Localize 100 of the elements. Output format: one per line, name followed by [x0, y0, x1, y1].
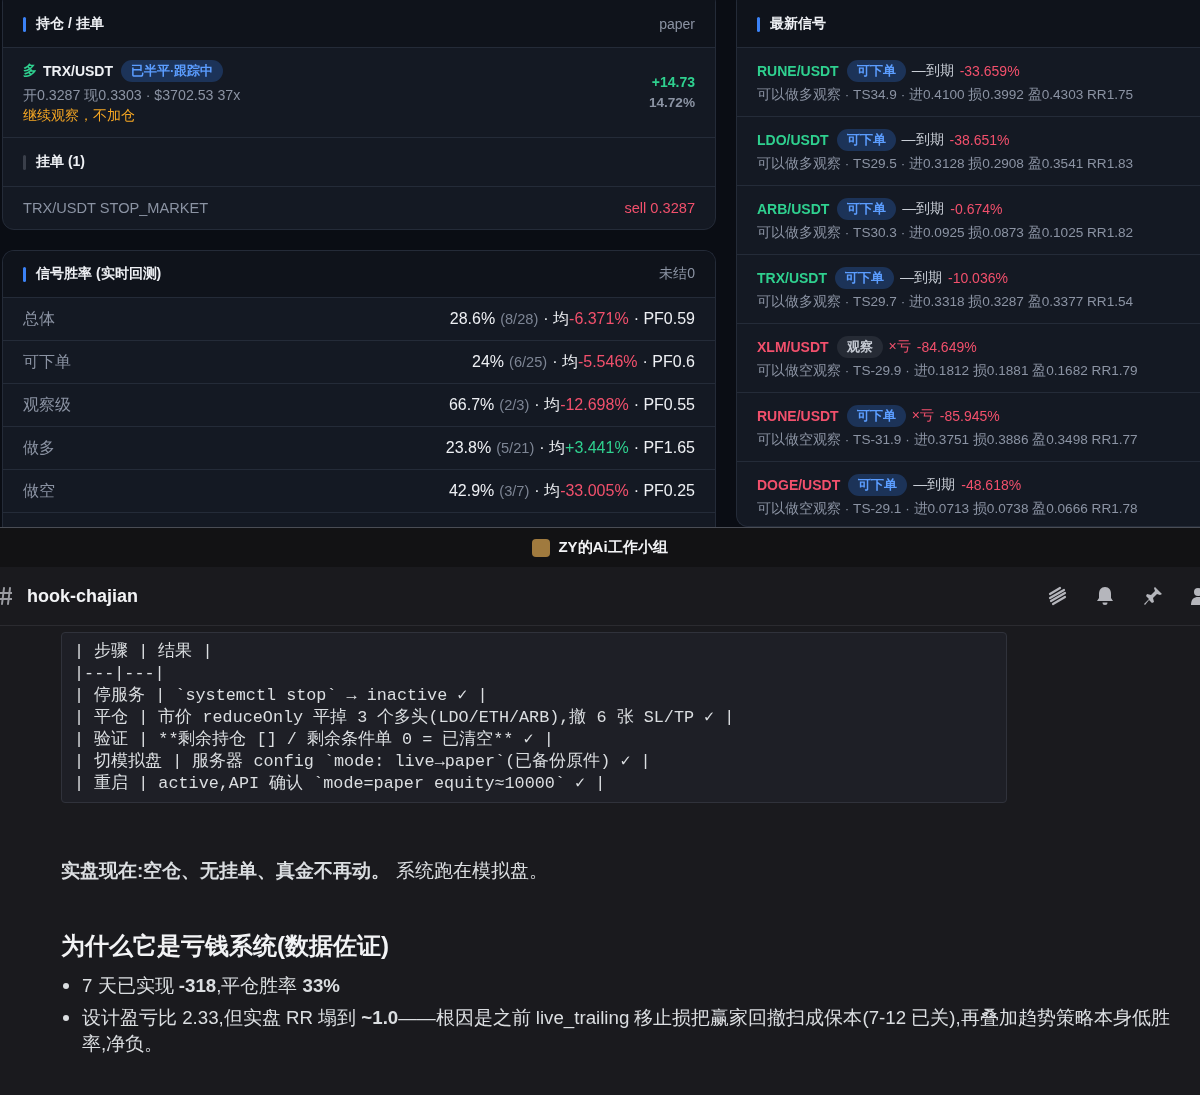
avatar-icon [532, 538, 551, 557]
win-rate: 24% [472, 353, 505, 371]
outcome-label: —到期 [900, 269, 942, 287]
grade-badge: 可下单 [836, 129, 896, 151]
result-value: -84.649% [916, 339, 977, 355]
symbol-label: TRX/USDT [757, 270, 827, 286]
row-label: 可下单 [23, 351, 71, 372]
code-line: | 重启 | active,API 确认 `mode=paper equity≈10000` ✓ | [74, 773, 607, 795]
mode-label: paper [659, 16, 695, 32]
channel-name: hook-chajian [27, 585, 138, 607]
profit-factor: · PF0.59 [633, 310, 695, 328]
row-label: 做空 [23, 480, 55, 501]
outcome-label: —到期 [901, 131, 944, 149]
hash-icon [0, 586, 12, 606]
result-value: -48.618% [961, 477, 1022, 493]
title-accent-icon [23, 154, 26, 170]
code-line: | 停服务 | `systemctl stop` → inactive ✓ | [74, 685, 489, 707]
symbol-label: ARB/USDT [757, 201, 830, 217]
bullet-icon [63, 1015, 69, 1021]
grade-badge: 可下单 [837, 198, 897, 220]
profit-factor: · PF0.25 [633, 482, 695, 500]
average-label: · 均 [543, 308, 570, 329]
grade-badge: 观察 [836, 336, 883, 358]
pnl-percent: 14.72% [648, 94, 695, 112]
sample-count: (2/3) [499, 397, 530, 413]
bullet-text: 7 天已实现 -318,平仓胜率 33% [82, 974, 340, 998]
slanted-lines-icon[interactable] [1046, 585, 1068, 607]
outcome-label: ×亏 [888, 338, 911, 356]
grade-badge: 可下单 [846, 405, 906, 427]
average-return: -12.698% [560, 396, 629, 414]
code-line: |---|---| [74, 663, 166, 685]
panel-title: 持仓 / 挂单 [36, 15, 104, 33]
order-name: TRX/USDT STOP_MARKET [23, 200, 209, 216]
position-details: 开0.3287 现0.3303 · $3702.53 37x [23, 86, 241, 104]
grade-badge: 可下单 [846, 60, 906, 82]
position-note: 继续观察，不加仓 [23, 107, 136, 125]
result-value: -33.659% [959, 63, 1020, 79]
result-value: -10.036% [948, 270, 1008, 286]
code-line: | 步骤 | 结果 | [74, 641, 214, 663]
result-value: -85.945% [939, 408, 1000, 424]
symbol-label: LDO/USDT [757, 132, 829, 148]
average-return: -5.546% [577, 353, 638, 371]
section-heading: 为什么它是亏钱系统(数据佐证) [61, 931, 390, 961]
title-accent-icon [23, 266, 26, 282]
average-return: -33.005% [560, 482, 629, 500]
symbol-label: TRX/USDT [43, 63, 113, 79]
win-rate: 66.7% [448, 396, 495, 414]
symbol-label: RUNE/USDT [757, 408, 839, 424]
bullet-icon [63, 983, 69, 989]
code-line: | 验证 | **剩余持仓 [] / 剩余条件单 0 = 已清空** ✓ | [74, 729, 555, 751]
section-title: 挂单 (1) [36, 153, 85, 171]
signal-details: 可以做多观察 · TS34.9 · 进0.4100 损0.3992 盈0.4303 RR1.75 [757, 86, 1135, 104]
grade-badge: 可下单 [835, 267, 894, 289]
panel-title: 信号胜率 (实时回测) [36, 265, 162, 283]
profit-factor: · PF0.6 [642, 353, 695, 371]
average-label: · 均 [552, 351, 578, 372]
outcome-label: —到期 [902, 200, 945, 218]
result-value: -0.674% [950, 201, 1003, 217]
outcome-label: —到期 [913, 476, 956, 494]
signal-details: 可以做空观察 · TS-29.9 · 进0.1812 损0.1881 盈0.1682 RR1.79 [757, 362, 1139, 380]
profit-factor: · PF0.55 [633, 396, 695, 414]
open-count: 未结0 [659, 265, 695, 283]
signal-details: 可以做空观察 · TS-31.9 · 进0.3751 损0.3886 盈0.3498 RR1.77 [757, 431, 1139, 449]
row-label: 做多 [23, 437, 55, 458]
row-label: 观察级 [23, 394, 71, 415]
outcome-label: ×亏 [911, 407, 934, 425]
average-label: · 均 [534, 394, 561, 415]
signal-details: 可以做多观察 · TS29.7 · 进0.3318 损0.3287 盈0.3377 RR1.54 [757, 293, 1135, 311]
row-label: 总体 [23, 308, 55, 329]
server-name: ZY的Ai工作小组 [558, 538, 668, 557]
win-rate: 28.6% [449, 310, 496, 328]
sample-count: (5/21) [496, 440, 535, 456]
win-rate: 23.8% [445, 439, 492, 457]
status-badge: 已半平·跟踪中 [121, 60, 224, 82]
symbol-label: DOGE/USDT [757, 477, 841, 493]
pin-icon[interactable] [1142, 585, 1164, 607]
profit-factor: · PF1.65 [633, 439, 695, 457]
signal-details: 可以做多观察 · TS29.5 · 进0.3128 损0.2908 盈0.3541 RR1.83 [757, 155, 1135, 173]
bell-icon[interactable] [1094, 585, 1116, 607]
sample-count: (8/28) [500, 311, 539, 327]
title-accent-icon [757, 16, 760, 32]
outcome-label: —到期 [911, 62, 954, 80]
order-action: sell 0.3287 [624, 200, 695, 216]
panel-title: 最新信号 [770, 15, 826, 33]
side-label: 多 [23, 62, 37, 80]
average-return: -6.371% [569, 310, 629, 328]
signal-details: 可以做空观察 · TS-29.1 · 进0.0713 损0.0738 盈0.0666 RR1.78 [757, 500, 1139, 518]
average-label: · 均 [534, 480, 561, 501]
symbol-label: XLM/USDT [757, 339, 829, 355]
symbol-label: RUNE/USDT [757, 63, 839, 79]
win-rate: 42.9% [448, 482, 495, 500]
average-label: · 均 [539, 437, 566, 458]
code-line: | 切模拟盘 | 服务器 config `mode: live→paper`(已备份原件) ✓ | [74, 751, 652, 773]
code-line: | 平仓 | 市价 reduceOnly 平掉 3 个多头(LDO/ETH/ARB),撤 6 张 SL/TP ✓ | [74, 707, 736, 729]
title-accent-icon [23, 16, 26, 32]
signal-details: 可以做多观察 · TS30.3 · 进0.0925 损0.0873 盈0.1025 RR1.82 [757, 224, 1135, 242]
bullet-text: 设计盈亏比 2.33,但实盘 RR 塌到 ~1.0——根因是之前 live_trailing 移止损把赢家回撤扫成保本(7-12 已关),再叠加趋势策略本身低胜率,净负。 [82, 1006, 1171, 1056]
person-icon[interactable] [1190, 585, 1200, 607]
sample-count: (6/25) [509, 354, 548, 370]
status-paragraph: 实盘现在:空仓、无挂单、真金不再动。 系统跑在模拟盘。 [61, 859, 549, 883]
